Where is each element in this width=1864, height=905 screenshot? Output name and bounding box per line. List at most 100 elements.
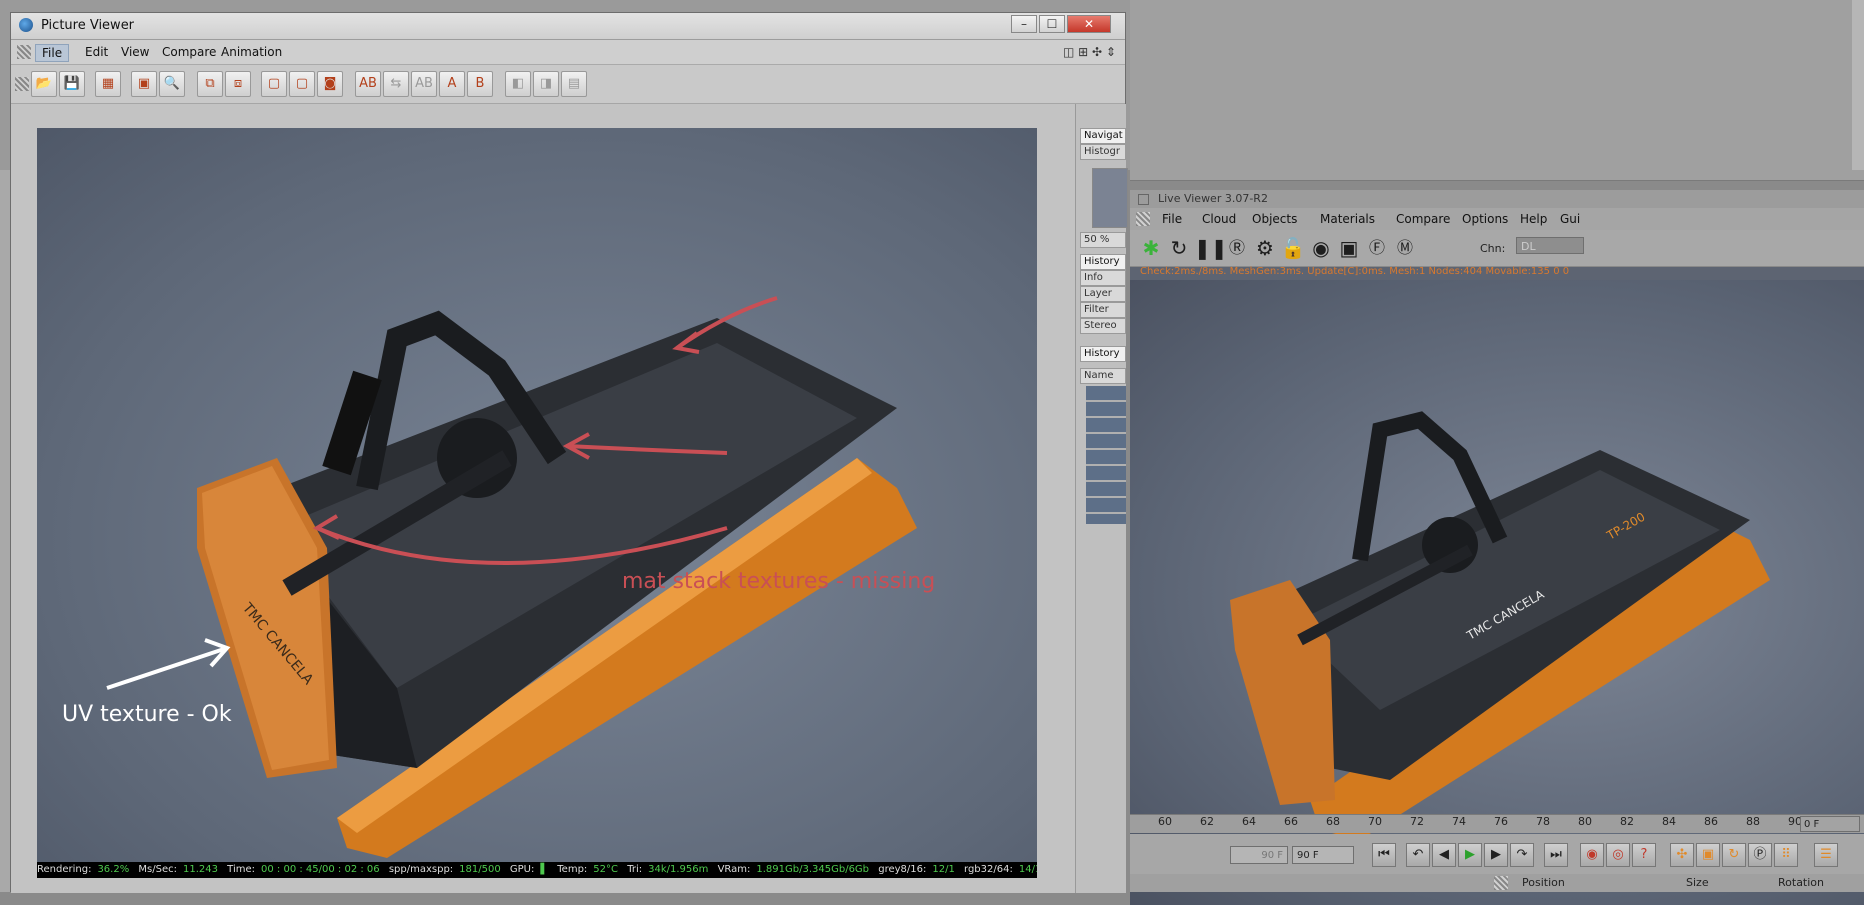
frame-b-icon[interactable]: ▢ [289,71,315,97]
status-time-label: Time: [227,864,256,875]
autokey-icon[interactable]: ◎ [1606,843,1630,867]
set-b-icon[interactable]: B [467,71,493,97]
split-h-icon[interactable]: ◧ [505,71,531,97]
open-icon[interactable]: 📂 [31,71,57,97]
layout-icons[interactable]: ◫ ⊞ ✣ ⇕ [1063,45,1116,59]
status-tri-label: Tri: [627,864,643,875]
focus-pick-icon[interactable]: Ⓕ [1364,235,1390,261]
navigator-thumbnail[interactable] [1092,168,1128,228]
record-key-icon[interactable]: ◉ [1580,843,1604,867]
go-to-end-icon[interactable]: ⏭ [1544,843,1568,867]
status-temp-label: Temp: [557,864,588,875]
send-scene-icon[interactable]: ✱ [1138,235,1164,261]
compare-ab-icon[interactable]: AB [355,71,381,97]
scale-key-icon[interactable]: ▣ [1696,843,1720,867]
prev-key-icon[interactable]: ↶ [1406,843,1430,867]
ab-text-icon[interactable]: AB [411,71,437,97]
minimize-button[interactable]: – [1011,15,1037,33]
menu-edit[interactable]: Edit [79,44,114,60]
settings-icon[interactable]: ⚙ [1252,235,1278,261]
tick: 74 [1452,815,1466,828]
render-region-icon[interactable]: ▣ [131,71,157,97]
current-frame-field[interactable]: 0 F [1800,816,1860,832]
frame-ab-icon[interactable]: ◙ [317,71,343,97]
param-key-icon[interactable]: Ⓟ [1748,843,1772,867]
lv-menu-file[interactable]: File [1156,211,1188,227]
frame-icon[interactable]: ▣ [1336,235,1362,261]
swap-ab-icon[interactable]: ⇆ [383,71,409,97]
channel-select[interactable]: DL [1516,237,1584,254]
menu-view[interactable]: View [115,44,155,60]
history-list[interactable] [1086,386,1126,524]
region-render-icon[interactable]: Ⓡ [1224,235,1250,261]
end-frame-field[interactable]: 90 F [1292,846,1354,864]
tick: 70 [1368,815,1382,828]
material-ball-icon[interactable]: ◉ [1308,235,1334,261]
grip-icon [1494,876,1508,890]
tab-navigator[interactable]: Navigat [1080,128,1126,144]
pla-key-icon[interactable]: ⠿ [1774,843,1798,867]
lock-icon[interactable]: 🔓 [1280,235,1306,261]
lv-menu-compare[interactable]: Compare [1390,211,1456,227]
lv-menu-gui[interactable]: Gui [1554,211,1586,227]
status-rendering-label: Rendering: [37,864,92,875]
background-scrollbar[interactable] [1852,0,1864,170]
grip-icon [1136,212,1150,226]
machine-render: TMC CANCELA mat stack textures - missing… [62,296,935,858]
lv-menu-help[interactable]: Help [1514,211,1553,227]
tick: 84 [1662,815,1676,828]
status-rendering: 36.2% [97,864,130,875]
diff-icon[interactable]: ▤ [561,71,587,97]
next-key-icon[interactable]: ↷ [1510,843,1534,867]
tab-info[interactable]: Info [1080,270,1126,286]
material-pick-icon[interactable]: Ⓜ [1392,235,1418,261]
lv-menu-materials[interactable]: Materials [1314,211,1381,227]
keyframe-selection-icon[interactable]: ? [1632,843,1656,867]
background-panel [1130,0,1864,181]
paste-icon[interactable]: ⧈ [225,71,251,97]
prev-frame-icon[interactable]: ◀ [1432,843,1456,867]
move-key-icon[interactable]: ✣ [1670,843,1694,867]
checkbox-icon[interactable] [1138,194,1149,205]
lv-menu-objects[interactable]: Objects [1246,211,1303,227]
split-v-icon[interactable]: ◨ [533,71,559,97]
lv-menu-options[interactable]: Options [1456,211,1514,227]
picture-viewer-titlebar[interactable]: Picture Viewer – ☐ ✕ [11,13,1125,40]
lv-menu-cloud[interactable]: Cloud [1196,211,1242,227]
timeline-menu-icon[interactable]: ☰ [1814,843,1838,867]
history-name-column[interactable]: Name [1080,368,1126,384]
menu-animation[interactable]: Animation [215,44,288,60]
preview-end-field[interactable]: 90 F [1230,846,1288,864]
tab-histogram[interactable]: Histogr [1080,144,1126,160]
restart-icon[interactable]: ↻ [1166,235,1192,261]
pause-icon[interactable]: ❚❚ [1194,235,1228,261]
next-frame-icon[interactable]: ▶ [1484,843,1508,867]
grip-icon [15,77,29,91]
tab-history[interactable]: History [1080,254,1126,270]
tab-layer[interactable]: Layer [1080,286,1126,302]
frame-a-icon[interactable]: ▢ [261,71,287,97]
go-to-start-icon[interactable]: ⏮ [1372,843,1396,867]
close-button[interactable]: ✕ [1067,15,1111,33]
status-ms-label: Ms/Sec: [138,864,177,875]
status-tri: 34k/1.956m [648,864,709,875]
play-icon[interactable]: ▶ [1458,843,1482,867]
rotate-key-icon[interactable]: ↻ [1722,843,1746,867]
tab-stereo[interactable]: Stereo [1080,318,1126,334]
render-status-bar: Rendering: 36.2% Ms/Sec: 11.243 Time: 00 : … [37,862,1037,878]
set-a-icon[interactable]: A [439,71,465,97]
timeline-ruler[interactable]: 60 62 64 66 68 70 72 74 76 78 80 82 84 8… [1130,814,1864,833]
tab-filter[interactable]: Filter [1080,302,1126,318]
status-vram: 1.891Gb/3.345Gb/6Gb [756,864,870,875]
maximize-button[interactable]: ☐ [1039,15,1065,33]
zoom-icon[interactable]: 🔍 [159,71,185,97]
menu-file[interactable]: File [35,44,70,62]
clear-cache-icon[interactable]: ▦ [95,71,121,97]
menu-compare[interactable]: Compare [156,44,222,60]
copy-icon[interactable]: ⧉ [197,71,223,97]
tick: 76 [1494,815,1508,828]
status-time: 00 : 00 : 45/00 : 02 : 06 [261,864,380,875]
zoom-field[interactable]: 50 % [1080,232,1126,248]
save-icon[interactable]: 💾 [59,71,85,97]
live-viewer-titlebar[interactable]: Live Viewer 3.07-R2 [1130,190,1864,208]
